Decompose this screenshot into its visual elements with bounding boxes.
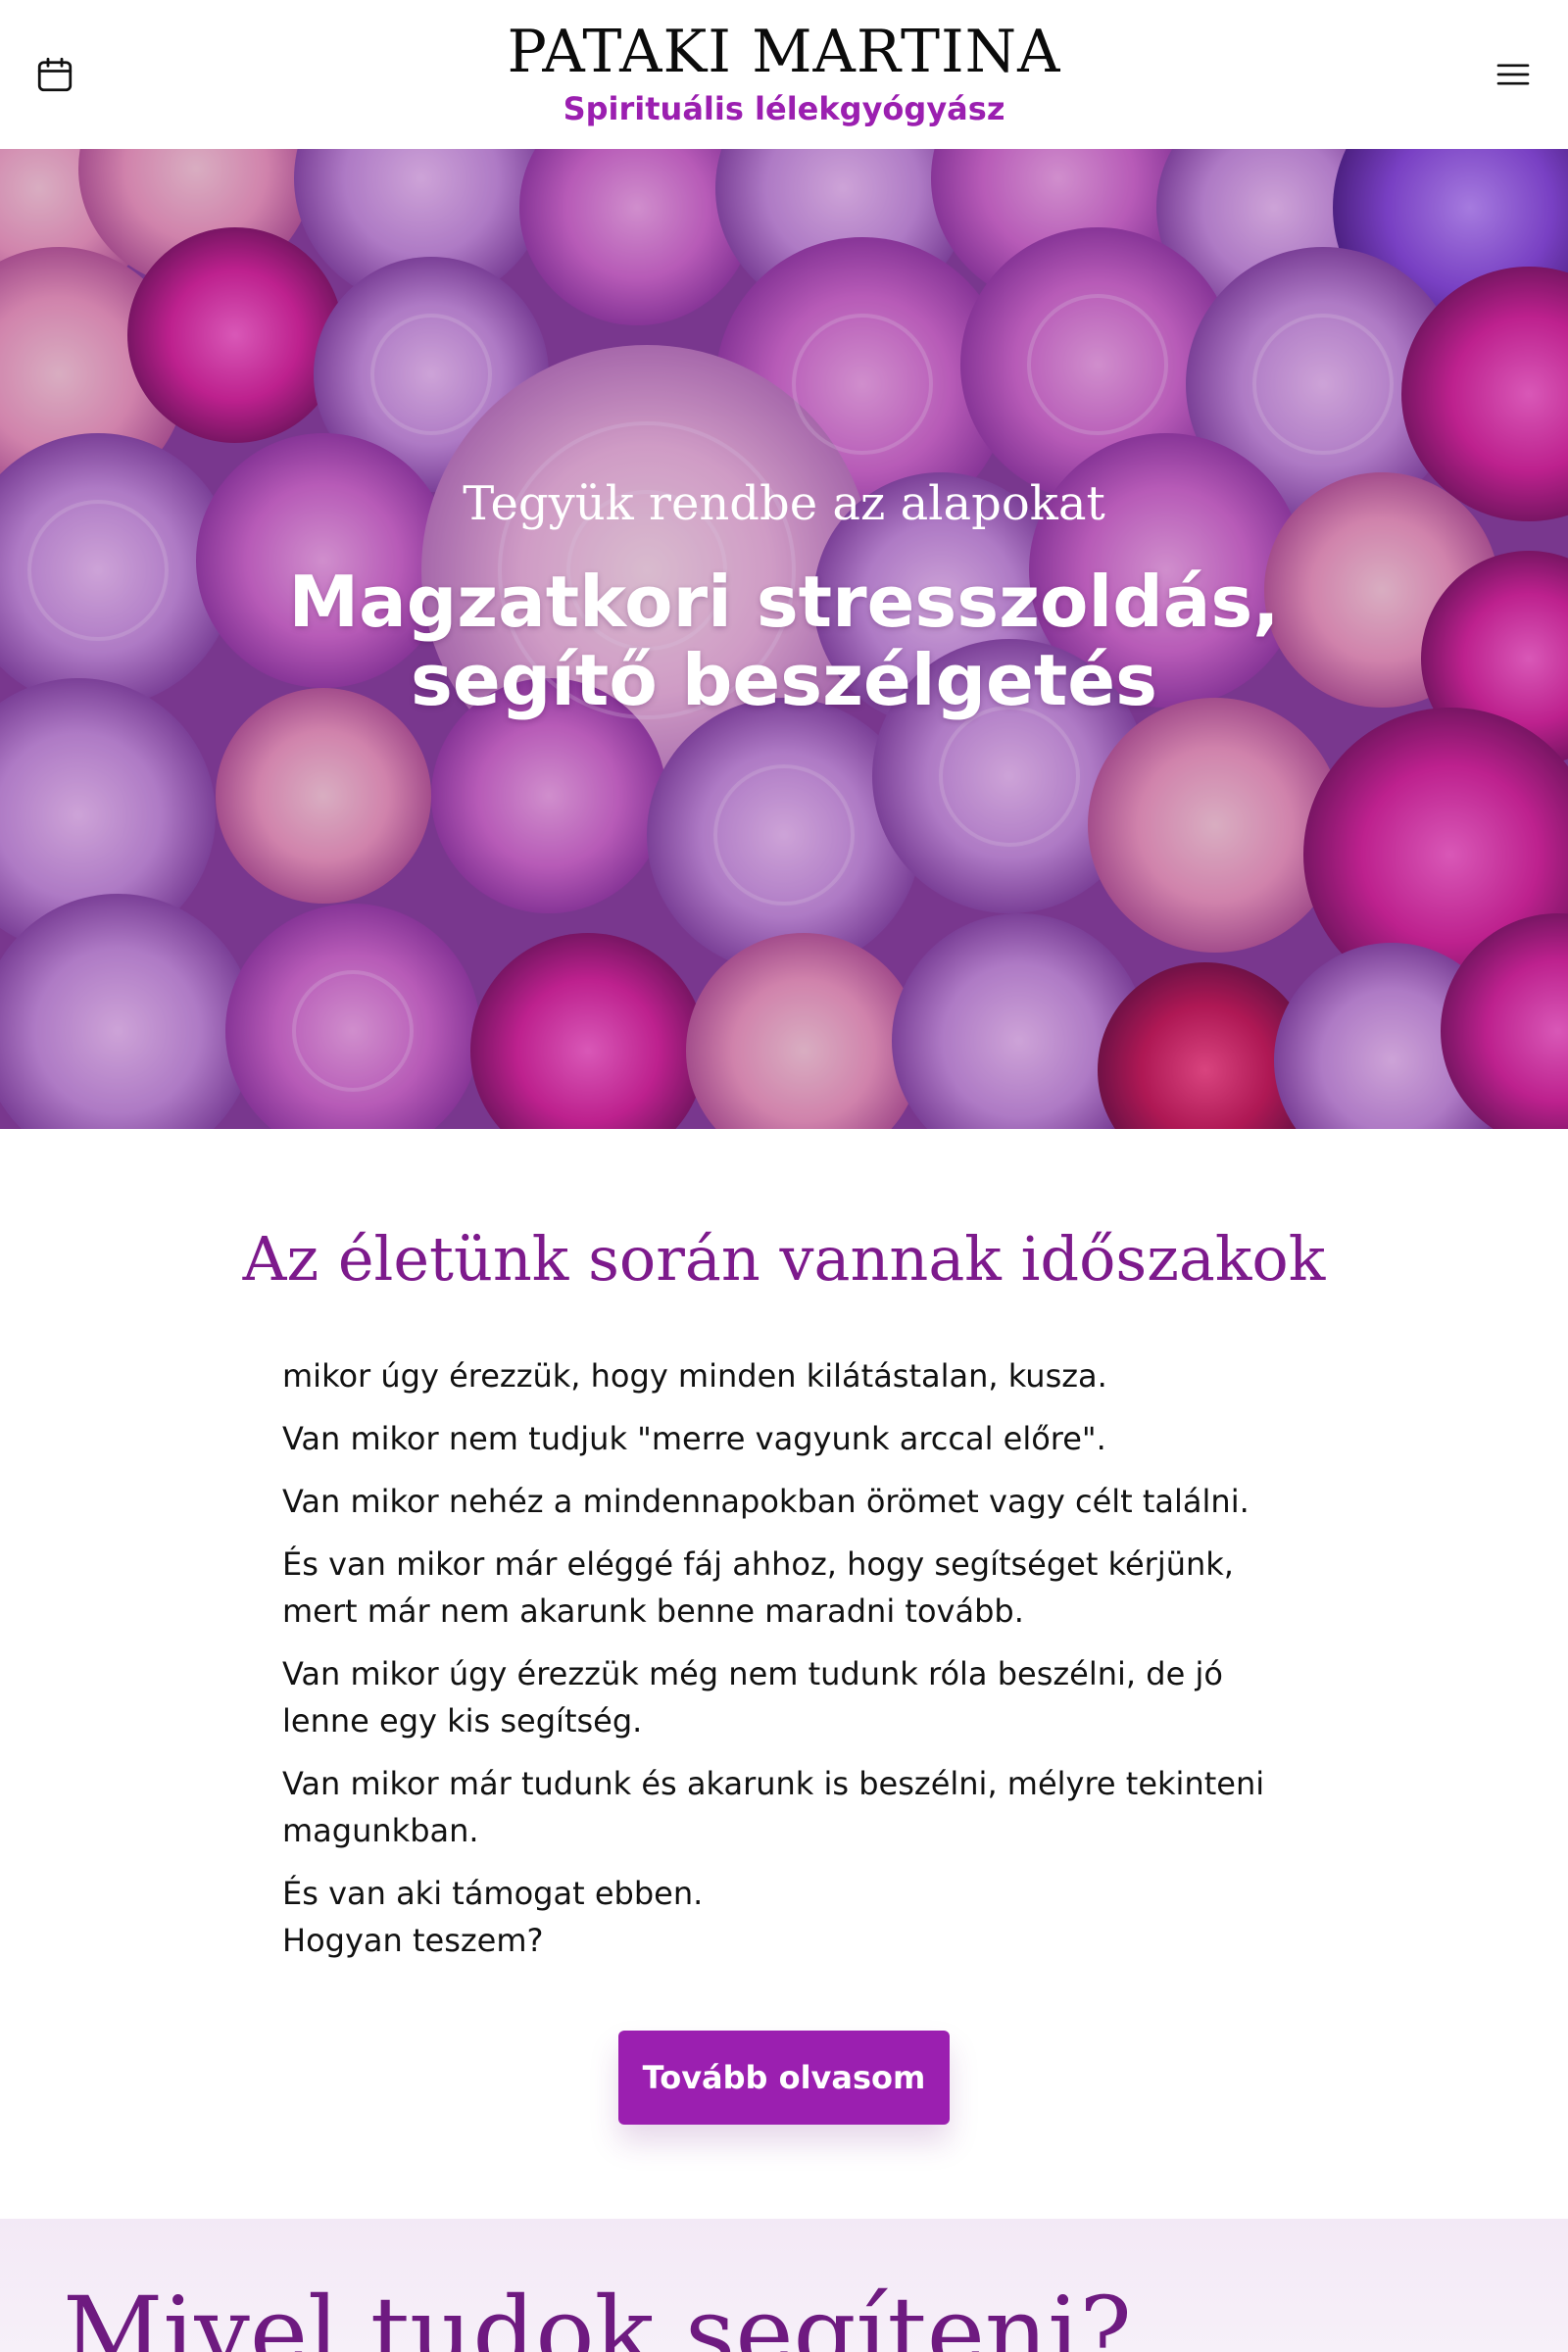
services-heading: Mivel tudok segíteni? bbox=[63, 2276, 1132, 2352]
intro-paragraph: És van mikor már eléggé fáj ahhoz, hogy … bbox=[282, 1545, 1234, 1630]
hero-kicker: Tegyük rendbe az alapokat bbox=[463, 476, 1105, 531]
menu-button[interactable] bbox=[1484, 45, 1543, 104]
intro-paragraph: Van mikor már tudunk és akarunk is beszé… bbox=[282, 1765, 1265, 1849]
intro-paragraph: mikor úgy érezzük, hogy minden kilátásta… bbox=[282, 1357, 1107, 1395]
brand-name[interactable]: PATAKI MARTINA bbox=[0, 18, 1568, 86]
intro-paragraph: Hogyan teszem? bbox=[282, 1922, 544, 1959]
hero-title: Magzatkori stresszoldás, segítő beszélge… bbox=[288, 561, 1280, 721]
hamburger-menu-icon bbox=[1496, 64, 1530, 85]
site-header: PATAKI MARTINA Spirituális lélekgyógyász bbox=[0, 0, 1568, 150]
hero-banner: Tegyük rendbe az alapokat Magzatkori str… bbox=[0, 149, 1568, 1129]
intro-paragraph: És van aki támogat ebben. bbox=[282, 1875, 704, 1912]
intro-paragraph: Van mikor nem tudjuk "merre vagyunk arcc… bbox=[282, 1420, 1106, 1457]
intro-paragraph: Van mikor úgy érezzük még nem tudunk ról… bbox=[282, 1655, 1223, 1740]
intro-paragraph: Van mikor nehéz a mindennapokban örömet … bbox=[282, 1483, 1250, 1520]
read-more-button[interactable]: Tovább olvasom bbox=[618, 2031, 950, 2125]
services-section: Mivel tudok segíteni? bbox=[0, 2219, 1568, 2352]
brand-subtitle: Spirituális lélekgyógyász bbox=[563, 90, 1005, 127]
intro-heading: Az életünk során vannak időszakok bbox=[242, 1223, 1326, 1295]
intro-text: mikor úgy érezzük, hogy minden kilátásta… bbox=[282, 1352, 1292, 1980]
